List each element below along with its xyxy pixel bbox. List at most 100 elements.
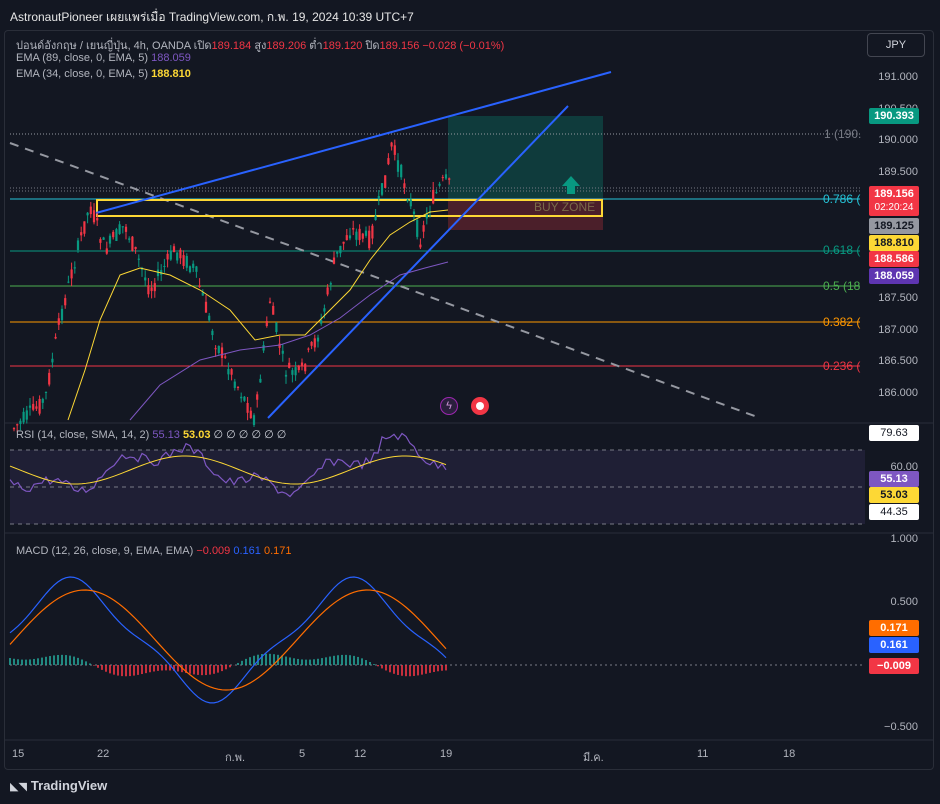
macd-hist-value: −0.009 [196, 545, 231, 557]
candle-body [326, 287, 329, 295]
time-axis-label: 5 [299, 748, 306, 760]
macd-hist-bar [265, 653, 267, 665]
candle-body [291, 370, 294, 375]
macd-hist-bar [445, 665, 447, 671]
candle-body [268, 301, 272, 303]
macd-hist-bar [341, 654, 343, 665]
price-axis-label: 186.500 [878, 355, 918, 367]
candle-body [262, 345, 265, 351]
high-label: สูง [254, 40, 267, 52]
macd-hist-bar [377, 665, 379, 667]
macd-hist-bar [441, 665, 443, 671]
macd-hist-bar [221, 665, 223, 672]
rsi-legend[interactable]: RSI (14, close, SMA, 14, 2) 55.13 53.03 … [16, 428, 286, 441]
macd-hist-bar [145, 665, 147, 674]
macd-hist-bar [153, 665, 155, 672]
candle-body [19, 420, 22, 424]
candle-body [390, 142, 393, 147]
macd-hist-bar [305, 659, 307, 665]
macd-hist-bar [65, 655, 67, 665]
fib-label-236: 0.236 ( [823, 359, 861, 373]
candle-body [227, 368, 230, 375]
candle-body [54, 336, 57, 339]
macd-line [9, 576, 447, 704]
candle-body [323, 308, 326, 312]
macd-hist-bar [53, 655, 55, 665]
candle-body [99, 239, 102, 243]
macd-hist-bar [61, 654, 63, 665]
ema89-legend[interactable]: EMA (89, close, 0, EMA, 5) 188.059 [16, 52, 191, 64]
macd-hist-bar [353, 655, 355, 665]
macd-histogram [9, 653, 447, 677]
candle-body [28, 405, 32, 408]
rsi-extras: ∅ ∅ ∅ ∅ ∅ ∅ [213, 429, 287, 441]
macd-hist-bar [409, 665, 411, 677]
candle-body [345, 235, 348, 241]
signal-tag: 0.171 [869, 620, 919, 636]
candle-body [275, 322, 278, 333]
candle-body [32, 403, 35, 410]
candle-body [259, 378, 262, 383]
lightning-icon[interactable]: ϟ [440, 397, 458, 415]
macd-hist-bar [117, 665, 119, 676]
macd-hist-bar [105, 665, 107, 672]
macd-hist-bar [421, 665, 423, 675]
candle-body [96, 218, 99, 221]
candle-body [41, 398, 44, 403]
candle-body [300, 362, 304, 367]
candle-body [64, 298, 67, 306]
macd-hist-bar [121, 665, 123, 677]
macd-hist-bar [101, 665, 103, 670]
price-axis-label: 187.000 [878, 324, 918, 336]
macd-tag: 0.161 [869, 637, 919, 653]
macd-hist-bar [49, 656, 51, 665]
candle-body [211, 330, 214, 336]
candle-body [288, 362, 291, 368]
candle-body [380, 183, 384, 195]
candle-body [134, 246, 137, 250]
candle-body [182, 255, 185, 266]
tradingview-mark-icon: ◣◥ [10, 781, 27, 793]
macd-hist-bar [57, 654, 59, 665]
price-tag-189125: 189.125 [869, 218, 919, 234]
candle-body [352, 228, 355, 230]
ema89-price-tag: 188.059 [869, 268, 919, 284]
tradingview-logo[interactable]: ◣◥ TradingView [10, 778, 107, 793]
record-icon[interactable] [471, 397, 489, 415]
macd-hist-bar [269, 653, 271, 665]
macd-hist-bar [361, 658, 363, 665]
macd-hist-bar [197, 665, 199, 675]
price-tag-188586: 188.586 [869, 251, 919, 267]
macd-hist-bar [17, 659, 19, 665]
rsi-ma-value: 53.03 [182, 429, 211, 441]
high-value: 189.206 [266, 40, 307, 52]
macd-hist-bar [129, 665, 131, 677]
candle-body [89, 206, 92, 215]
macd-legend[interactable]: MACD (12, 26, close, 9, EMA, EMA) −0.009… [16, 545, 291, 557]
macd-hist-bar [229, 665, 231, 668]
currency-button[interactable]: JPY [867, 33, 925, 57]
candle-body [35, 406, 38, 409]
macd-hist-bar [125, 665, 127, 677]
symbol-name: ปอนด์อังกฤษ / เยนญี่ปุ่น, 4h, OANDA [16, 40, 191, 52]
close-label: ปิด [365, 40, 380, 52]
candle-body [371, 225, 374, 239]
macd-hist-bar [165, 665, 167, 671]
candle-body [364, 230, 368, 236]
macd-hist-bar [437, 665, 439, 672]
macd-hist-bar [81, 659, 83, 665]
candle-body [412, 211, 416, 214]
candle-body [236, 387, 240, 389]
candle-body [233, 381, 236, 388]
macd-hist-bar [225, 665, 227, 670]
macd-hist-bar [405, 665, 407, 677]
candle-body [406, 199, 409, 202]
candle-body [281, 350, 284, 354]
macd-hist-bar [157, 665, 159, 671]
candle-body [313, 338, 316, 348]
candle-body [166, 253, 169, 260]
chart-canvas[interactable] [0, 0, 940, 804]
candle-body [80, 232, 83, 236]
candle-body [419, 244, 422, 248]
ema34-legend[interactable]: EMA (34, close, 0, EMA, 5) 188.810 [16, 68, 191, 80]
